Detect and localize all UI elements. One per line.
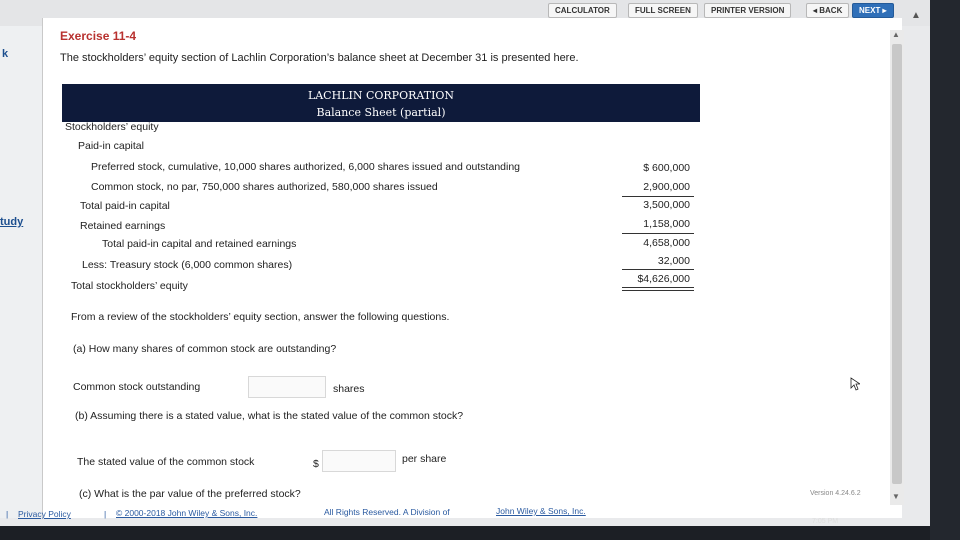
underline bbox=[622, 269, 694, 270]
privacy-policy-link[interactable]: Privacy Policy bbox=[18, 509, 71, 519]
questions-prompt: From a review of the stockholders’ equit… bbox=[71, 311, 450, 323]
mouse-cursor-icon bbox=[850, 377, 860, 391]
back-button[interactable]: ◂ BACK bbox=[806, 3, 850, 18]
row-amount: 2,900,000 bbox=[643, 181, 690, 193]
footer-separator: | bbox=[6, 509, 9, 519]
left-sidebar bbox=[0, 26, 42, 518]
footer: | Privacy Policy | © 2000-2018 John Wile… bbox=[0, 506, 930, 526]
double-underline bbox=[622, 287, 694, 288]
chevron-up-icon[interactable]: ▲ bbox=[911, 10, 921, 21]
question-a: (a) How many shares of common stock are … bbox=[73, 343, 337, 355]
sidebar-study-link[interactable]: tudy bbox=[0, 216, 23, 228]
answer-b-unit: per share bbox=[402, 453, 447, 465]
row-amount: 1,158,000 bbox=[643, 218, 690, 230]
sidebar-link-fragment[interactable]: k bbox=[2, 48, 8, 60]
answer-b-label: The stated value of the common stock bbox=[77, 456, 255, 468]
underline bbox=[622, 196, 694, 197]
row-label: Total paid-in capital bbox=[80, 200, 170, 212]
exercise-intro: The stockholders’ equity section of Lach… bbox=[60, 52, 579, 64]
taskbar-clock: 7:05 PM bbox=[812, 518, 839, 525]
underline bbox=[622, 233, 694, 234]
copyright-link[interactable]: © 2000-2018 John Wiley & Sons, Inc. bbox=[116, 508, 257, 518]
row-label: Retained earnings bbox=[80, 220, 166, 232]
common-stock-outstanding-input[interactable] bbox=[248, 376, 326, 398]
answer-a-label: Common stock outstanding bbox=[73, 381, 201, 393]
version-label: Version 4.24.6.2 bbox=[810, 490, 861, 497]
row-amount: $4,626,000 bbox=[637, 273, 690, 285]
taskbar bbox=[0, 526, 930, 540]
next-button[interactable]: NEXT ▸ bbox=[852, 3, 894, 18]
row-label: Total paid-in capital and retained earni… bbox=[102, 238, 297, 250]
row-amount: $ 600,000 bbox=[643, 162, 690, 174]
footer-separator: | bbox=[104, 509, 107, 519]
row-label: Less: Treasury stock (6,000 common share… bbox=[82, 259, 293, 271]
scrollbar[interactable]: ▲ ▼ bbox=[890, 30, 904, 505]
monitor-screen: CALCULATOR FULL SCREEN PRINTER VERSION ◂… bbox=[0, 0, 930, 540]
row-label: Stockholders’ equity bbox=[65, 121, 159, 133]
row-label: Preferred stock, cumulative, 10,000 shar… bbox=[91, 161, 521, 173]
row-amount: 32,000 bbox=[657, 255, 690, 267]
full-screen-button[interactable]: FULL SCREEN bbox=[628, 3, 698, 18]
company-name: LACHLIN CORPORATION bbox=[307, 89, 455, 102]
rights-text: All Rights Reserved. A Division of bbox=[324, 507, 450, 517]
wiley-link[interactable]: John Wiley & Sons, Inc. bbox=[496, 506, 586, 516]
row-label: Paid-in capital bbox=[78, 140, 144, 152]
row-amount: 3,500,000 bbox=[643, 199, 690, 211]
monitor-bezel bbox=[930, 0, 960, 540]
stated-value-input[interactable] bbox=[322, 450, 396, 472]
calculator-button[interactable]: CALCULATOR bbox=[548, 3, 617, 18]
double-underline bbox=[622, 290, 694, 291]
row-amount: 4,658,000 bbox=[643, 237, 690, 249]
row-label: Total stockholders’ equity bbox=[71, 280, 188, 292]
printer-version-button[interactable]: PRINTER VERSION bbox=[704, 3, 792, 18]
question-c: (c) What is the par value of the preferr… bbox=[79, 488, 301, 500]
answer-a-unit: shares bbox=[333, 383, 365, 395]
exercise-title: Exercise 11-4 bbox=[60, 29, 137, 43]
scroll-thumb[interactable] bbox=[892, 44, 902, 484]
scroll-up-icon[interactable]: ▲ bbox=[892, 30, 900, 39]
row-label: Common stock, no par, 750,000 shares aut… bbox=[91, 181, 438, 193]
balance-sheet-header: LACHLIN CORPORATION Balance Sheet (parti… bbox=[62, 84, 700, 122]
question-b: (b) Assuming there is a stated value, wh… bbox=[75, 410, 464, 422]
dollar-sign: $ bbox=[313, 458, 319, 470]
sheet-subtitle: Balance Sheet (partial) bbox=[316, 106, 446, 119]
scroll-down-icon[interactable]: ▼ bbox=[892, 492, 900, 501]
